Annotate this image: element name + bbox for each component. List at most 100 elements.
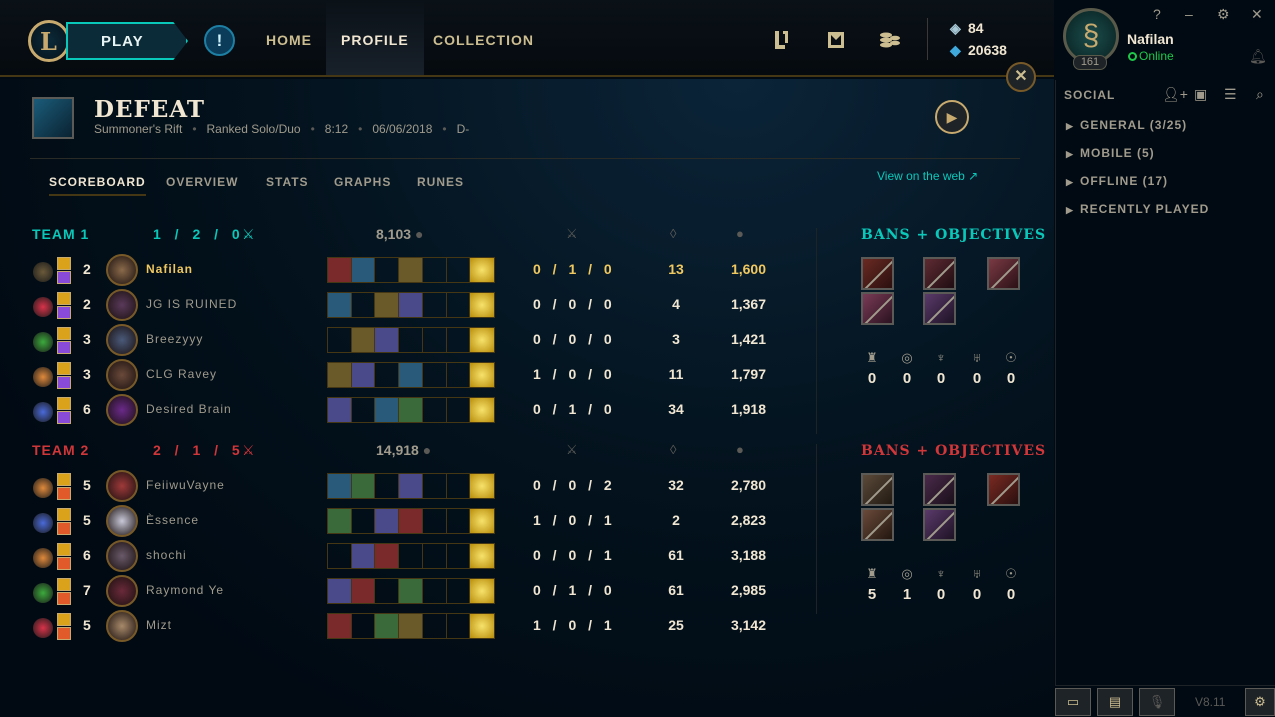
tab-runes[interactable]: RUNES bbox=[417, 175, 464, 189]
item-slot-icon[interactable] bbox=[447, 328, 471, 352]
item-slot-icon[interactable] bbox=[447, 579, 471, 603]
blue-essence[interactable]: ◆ 20638 bbox=[950, 42, 1007, 59]
item-slot-icon[interactable] bbox=[423, 293, 447, 317]
champion-portrait-icon[interactable] bbox=[106, 540, 138, 572]
player-name[interactable]: FeiiwuVayne bbox=[146, 478, 225, 492]
item-slot-icon[interactable] bbox=[399, 509, 423, 533]
player-name[interactable]: Nafilan bbox=[146, 262, 193, 276]
play-button[interactable]: PLAY bbox=[66, 22, 188, 60]
item-slot-icon[interactable] bbox=[352, 509, 376, 533]
trinket-slot-icon[interactable] bbox=[470, 579, 495, 603]
item-slot-icon[interactable] bbox=[399, 258, 423, 282]
item-slot-icon[interactable] bbox=[399, 398, 423, 422]
champion-portrait-icon[interactable] bbox=[106, 505, 138, 537]
player-row[interactable]: 3 Breezyyy 0 / 0 / 0 3 1,421 bbox=[0, 324, 816, 357]
trinket-slot-icon[interactable] bbox=[470, 363, 495, 387]
champion-portrait-icon[interactable] bbox=[106, 289, 138, 321]
settings-icon[interactable]: ⚙ bbox=[1217, 6, 1230, 23]
item-slot-icon[interactable] bbox=[399, 614, 423, 638]
player-name[interactable]: Raymond Ye bbox=[146, 583, 224, 597]
item-slot-icon[interactable] bbox=[328, 614, 352, 638]
player-name[interactable]: shochi bbox=[146, 548, 187, 562]
item-slot-icon[interactable] bbox=[351, 258, 376, 282]
item-slot-icon[interactable] bbox=[399, 328, 423, 352]
champion-portrait-icon[interactable] bbox=[106, 470, 138, 502]
player-name[interactable]: Breezyyy bbox=[146, 332, 203, 346]
item-slot-icon[interactable] bbox=[375, 328, 400, 352]
player-row[interactable]: 6 shochi 0 / 0 / 1 61 3,188 bbox=[0, 540, 816, 573]
social-group-recently-played[interactable]: ▶ RECENTLY PLAYED bbox=[1066, 202, 1209, 216]
item-slot-icon[interactable] bbox=[447, 258, 471, 282]
champion-portrait-icon[interactable] bbox=[106, 394, 138, 426]
close-match-button[interactable]: ✕ bbox=[1006, 62, 1036, 92]
champion-portrait-icon[interactable] bbox=[106, 324, 138, 356]
item-slot-icon[interactable] bbox=[399, 363, 423, 387]
tab-home[interactable]: HOME bbox=[266, 0, 312, 75]
status-text[interactable]: Online bbox=[1139, 49, 1174, 63]
item-slot-icon[interactable] bbox=[423, 398, 447, 422]
item-slot-icon[interactable] bbox=[399, 579, 423, 603]
trinket-slot-icon[interactable] bbox=[470, 474, 495, 498]
player-row[interactable]: 6 Desired Brain 0 / 1 / 0 34 1,918 bbox=[0, 394, 816, 427]
view-on-web-link[interactable]: View on the web ↗ bbox=[877, 169, 978, 183]
item-slot-icon[interactable] bbox=[423, 544, 447, 568]
item-slot-icon[interactable] bbox=[399, 474, 423, 498]
tab-collection[interactable]: COLLECTION bbox=[433, 0, 534, 75]
microphone-icon[interactable]: 🎙︎ bbox=[1139, 688, 1175, 716]
replay-button[interactable]: ▶ bbox=[935, 100, 969, 134]
item-slot-icon[interactable] bbox=[375, 258, 400, 282]
item-slot-icon[interactable] bbox=[351, 363, 376, 387]
tab-graphs[interactable]: GRAPHS bbox=[334, 175, 391, 189]
trinket-slot-icon[interactable] bbox=[470, 258, 495, 282]
player-name[interactable]: Desired Brain bbox=[146, 402, 232, 416]
item-slot-icon[interactable] bbox=[328, 363, 352, 387]
summoner-name[interactable]: Nafilan bbox=[1127, 31, 1174, 47]
store-icon[interactable] bbox=[878, 28, 900, 52]
champion-portrait-icon[interactable] bbox=[106, 575, 138, 607]
player-row[interactable]: 2 JG IS RUINED 0 / 0 / 0 4 1,367 bbox=[0, 289, 816, 322]
item-slot-icon[interactable] bbox=[423, 614, 447, 638]
player-row[interactable]: 7 Raymond Ye 0 / 1 / 0 61 2,985 bbox=[0, 575, 816, 608]
loot-icon[interactable] bbox=[825, 28, 847, 52]
social-group-offline[interactable]: ▶ OFFLINE (17) bbox=[1066, 174, 1168, 188]
item-slot-icon[interactable] bbox=[447, 614, 471, 638]
social-group-general[interactable]: ▶ GENERAL (3/25) bbox=[1066, 118, 1187, 132]
riot-points[interactable]: ◈ 84 bbox=[950, 20, 984, 37]
champion-portrait-icon[interactable] bbox=[106, 610, 138, 642]
champion-portrait-icon[interactable] bbox=[106, 254, 138, 286]
item-slot-icon[interactable] bbox=[351, 544, 376, 568]
player-name[interactable]: JG IS RUINED bbox=[146, 297, 237, 311]
add-folder-icon[interactable]: ▣ bbox=[1194, 86, 1207, 103]
item-slot-icon[interactable] bbox=[351, 579, 376, 603]
item-slot-icon[interactable] bbox=[447, 293, 471, 317]
clash-log-icon[interactable]: ▤ bbox=[1097, 688, 1133, 716]
item-slot-icon[interactable] bbox=[352, 398, 376, 422]
item-slot-icon[interactable] bbox=[399, 293, 423, 317]
item-slot-icon[interactable] bbox=[447, 474, 471, 498]
item-slot-icon[interactable] bbox=[375, 363, 400, 387]
item-slot-icon[interactable] bbox=[328, 579, 352, 603]
item-slot-icon[interactable] bbox=[423, 258, 447, 282]
champion-portrait-icon[interactable] bbox=[106, 359, 138, 391]
item-slot-icon[interactable] bbox=[423, 328, 447, 352]
item-slot-icon[interactable] bbox=[423, 579, 447, 603]
item-slot-icon[interactable] bbox=[399, 544, 423, 568]
trinket-slot-icon[interactable] bbox=[470, 544, 495, 568]
list-view-icon[interactable]: ☰ bbox=[1224, 86, 1237, 103]
item-slot-icon[interactable] bbox=[328, 474, 352, 498]
item-slot-icon[interactable] bbox=[328, 398, 352, 422]
item-slot-icon[interactable] bbox=[328, 293, 352, 317]
player-name[interactable]: Mizt bbox=[146, 618, 172, 632]
help-icon[interactable]: ? bbox=[1153, 6, 1161, 22]
item-slot-icon[interactable] bbox=[352, 293, 376, 317]
item-slot-icon[interactable] bbox=[423, 509, 447, 533]
trinket-slot-icon[interactable] bbox=[470, 398, 495, 422]
player-row[interactable]: 2 Nafilan 0 / 1 / 0 13 1,600 bbox=[0, 254, 816, 287]
item-slot-icon[interactable] bbox=[447, 509, 471, 533]
item-slot-icon[interactable] bbox=[351, 474, 376, 498]
tab-stats[interactable]: STATS bbox=[266, 175, 309, 189]
player-row[interactable]: 5 Mizt 1 / 0 / 1 25 3,142 bbox=[0, 610, 816, 643]
player-row[interactable]: 5 Èssence 1 / 0 / 1 2 2,823 bbox=[0, 505, 816, 538]
item-slot-icon[interactable] bbox=[375, 614, 400, 638]
trinket-slot-icon[interactable] bbox=[470, 293, 495, 317]
